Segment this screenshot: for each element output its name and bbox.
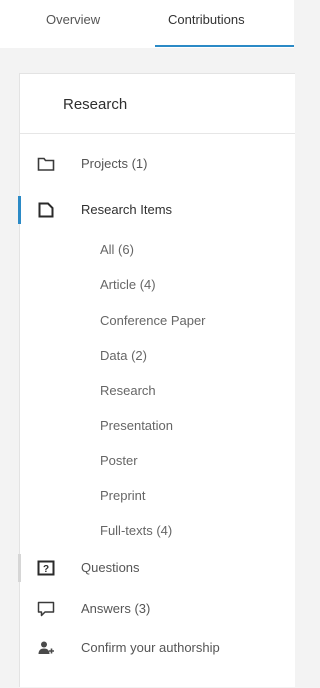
nav-item-projects[interactable]: Projects (1) — [20, 150, 295, 178]
tab-overview[interactable]: Overview — [46, 12, 100, 27]
folder-icon — [37, 156, 55, 172]
nav-item-research-items[interactable]: Research Items — [18, 196, 295, 224]
svg-text:?: ? — [43, 564, 49, 575]
nav-item-label: Projects (1) — [81, 156, 148, 171]
sub-item-data[interactable]: Data (2) — [100, 348, 147, 363]
sub-item-article[interactable]: Article (4) — [100, 277, 156, 292]
active-tab-indicator — [155, 45, 294, 47]
tab-contributions[interactable]: Contributions — [168, 12, 245, 27]
nav-item-label: Research Items — [81, 202, 173, 217]
sub-item-preprint[interactable]: Preprint — [100, 488, 146, 503]
question-box-icon: ? — [37, 560, 55, 576]
sub-item-all[interactable]: All (6) — [100, 242, 134, 257]
document-icon — [37, 202, 55, 218]
nav-item-confirm-authorship[interactable]: Confirm your authorship — [20, 634, 295, 662]
sub-item-research[interactable]: Research — [100, 383, 156, 398]
speech-bubble-icon — [37, 601, 55, 617]
divider — [20, 133, 295, 134]
add-person-icon — [37, 640, 55, 656]
nav-item-label: Answers (3) — [81, 601, 151, 616]
active-indicator — [18, 196, 21, 224]
nav-item-questions[interactable]: ? Questions — [18, 554, 295, 582]
sub-item-conference-paper[interactable]: Conference Paper — [100, 313, 206, 328]
panel-title: Research — [63, 96, 128, 113]
nav-item-label: Confirm your authorship — [81, 640, 220, 655]
sub-item-full-texts[interactable]: Full-texts (4) — [100, 523, 172, 538]
sub-item-poster[interactable]: Poster — [100, 453, 138, 468]
nav-item-answers[interactable]: Answers (3) — [20, 595, 295, 623]
research-panel: Research Projects (1) Research Items All… — [18, 73, 295, 687]
sub-item-presentation[interactable]: Presentation — [100, 418, 173, 433]
nav-item-label: Questions — [81, 560, 140, 575]
tab-bar: Overview Contributions — [0, 0, 294, 48]
section-indicator — [18, 554, 21, 582]
